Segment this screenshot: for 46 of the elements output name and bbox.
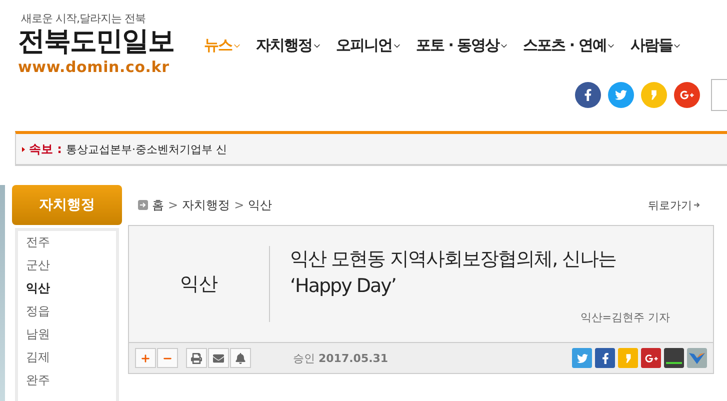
sidebar-item[interactable]: 익산 [26,280,116,297]
nav-item[interactable]: 스포츠 · 연예 [523,36,616,55]
breadcrumb-separator: > [234,198,244,212]
site-url: www.domin.co.kr [18,58,170,76]
section-label: 익산 [129,246,270,322]
sidebar-item[interactable]: 완주 [26,372,116,389]
bullet-icon [22,146,25,152]
facebook-icon[interactable] [575,82,601,108]
printer-icon [191,352,202,364]
breadcrumb-link[interactable]: 홈 [152,196,164,214]
email-button[interactable] [208,348,229,368]
twitter-icon[interactable] [572,348,592,368]
home-icon [138,200,148,210]
nav-item[interactable]: 자치행정 [256,36,322,55]
arrow-icon [694,202,700,208]
byline: 익산=김현주 기자 [579,310,670,325]
facebook-icon[interactable] [595,348,615,368]
alarm-button[interactable] [230,348,251,368]
nav-item[interactable]: 포토 · 동영상 [416,36,510,55]
bell-icon [235,352,246,364]
article-title: 익산 모현동 지역사회보장협의체, 신나는 ‘Happy Day’ [290,247,618,299]
breadcrumb-link[interactable]: 익산 [248,196,272,214]
band-icon[interactable] [664,348,684,368]
twitter-icon[interactable] [608,82,634,108]
sidebar-item[interactable]: 남원 [26,326,116,343]
breaking-headline[interactable]: 통상교섭본부·중소벤처기업부 신 [66,142,227,156]
sidebar-item[interactable]: 전주 [26,234,116,251]
sidebar-item[interactable]: 군산 [26,257,116,274]
breaking-label: 속보 : [29,140,62,158]
back-link[interactable]: 뒤로가기 [648,198,700,212]
google-plus-icon[interactable] [674,82,700,108]
logo[interactable]: 전북도민일보 [18,26,196,58]
nav-item[interactable]: 사람들 [630,36,682,55]
font-larger-button[interactable] [135,348,156,368]
sidebar-item[interactable]: 김제 [26,349,116,366]
breadcrumb-separator: > [168,198,178,212]
breadcrumb-link[interactable]: 자치행정 [182,196,230,214]
sidebar-title: 자치행정 [12,185,122,225]
nav-item[interactable]: 오피니언 [336,36,402,55]
sidebar-item[interactable]: 정읍 [26,303,116,320]
plus-icon [140,352,151,364]
print-button[interactable] [186,348,207,368]
tagline: 새로운 시작,달라지는 전북 [20,11,146,26]
google-plus-icon[interactable] [641,348,661,368]
approval-date: 승인 2017.05.31 [293,350,388,366]
envelope-icon [213,352,224,364]
